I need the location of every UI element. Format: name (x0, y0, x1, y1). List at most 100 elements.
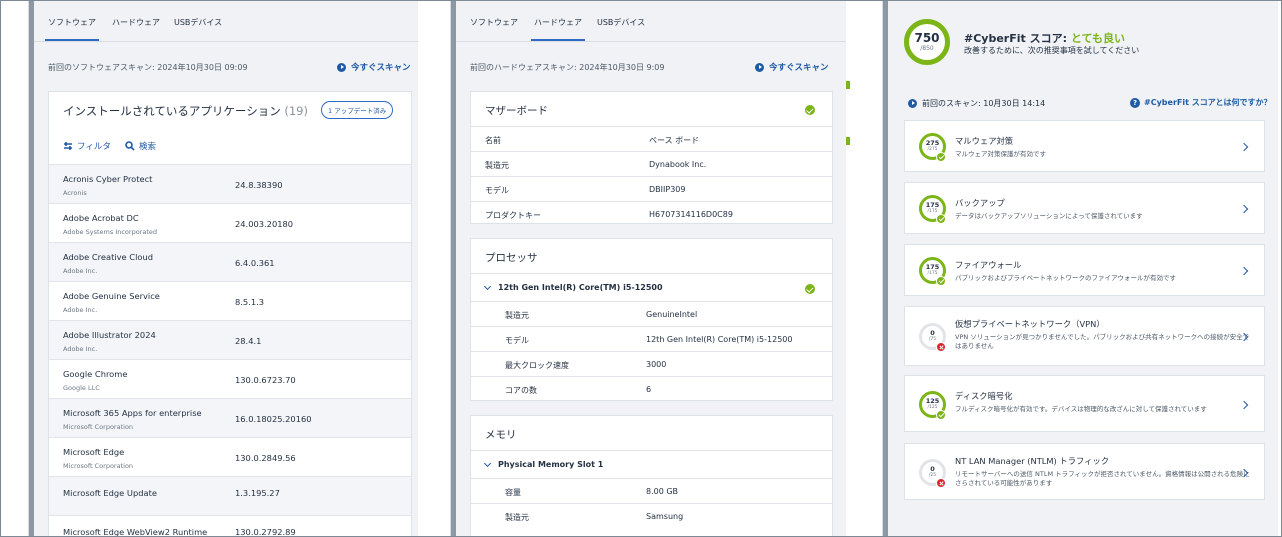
table-row[interactable]: Microsoft Edge WebView2 Runtime 130.0.279… (49, 515, 411, 537)
item-description: リモートサーバーへの送信 NTLM トラフィックが拒否されていません。資格情報は… (955, 470, 1250, 487)
filter-icon (64, 142, 72, 150)
tab-software[interactable]: ソフトウェア (45, 17, 99, 41)
item-description: マルウェア対策保護が有効です (955, 150, 1046, 158)
detail-value: 12th Gen Intel(R) Core(TM) i5-12500 (646, 335, 793, 344)
scan-now-button[interactable]: 今すぐスキャン (337, 61, 411, 73)
tab-hardware[interactable]: ハードウェア (112, 17, 160, 28)
memory-slot-name: Physical Memory Slot 1 (498, 460, 604, 469)
cyberfit-last-scan[interactable]: 前回のスキャン: 10月30日 14:14 (908, 98, 1045, 109)
hardware-panel: ソフトウェア ハードウェア USBデバイス 前回のハードウェアスキャン: 202… (456, 0, 846, 537)
last-scan-text: 前回のソフトウェアスキャン: 2024年10月30日 09:09 (48, 63, 248, 72)
check-icon (936, 152, 946, 162)
cyberfit-item[interactable]: 0/25 NT LAN Manager (NTLM) トラフィック リモートサーバー… (904, 443, 1265, 500)
detail-row: モデル DBIIP309 (471, 176, 832, 201)
detail-row: 名前 ベース ボード (471, 126, 832, 151)
table-row[interactable]: Adobe Illustrator 2024 Adobe Inc. 28.4.1 (49, 320, 411, 359)
processor-title: プロセッサ (485, 252, 538, 264)
app-vendor: Adobe Inc. (63, 345, 98, 353)
detail-row: 製造元 Dynabook Inc. (471, 151, 832, 176)
tab-usb[interactable]: USBデバイス (597, 17, 645, 28)
detail-key: モデル (505, 336, 529, 345)
cyberfit-rating: とても良い (1070, 32, 1125, 45)
detail-key: 名前 (485, 136, 501, 145)
app-vendor: Adobe Inc. (63, 306, 98, 314)
table-row[interactable]: Acronis Cyber Protect Acronis 24.8.38390 (49, 164, 411, 203)
tab-bar: ソフトウェア ハードウェア USBデバイス (456, 0, 846, 42)
error-icon (936, 478, 946, 488)
play-icon (755, 62, 764, 72)
item-title: マルウェア対策 (955, 136, 1014, 146)
detail-key: モデル (485, 186, 509, 195)
detail-key: 製造元 (505, 513, 529, 522)
app-name: Acronis Cyber Protect (63, 174, 153, 184)
item-score: 125 (925, 397, 940, 405)
cyberfit-item[interactable]: 175/175 ファイアウォール パブリックおよびプライベートネットワークのファイア… (904, 244, 1265, 296)
item-score: 0 (930, 465, 935, 473)
processor-expander[interactable]: 12th Gen Intel(R) Core(TM) i5-12500 (483, 282, 663, 292)
cyberfit-help-label: #CyberFit スコアとは何ですか？ (1144, 98, 1272, 107)
app-name: Adobe Illustrator 2024 (63, 330, 156, 340)
app-vendor: Acronis (63, 189, 87, 197)
cyberfit-subtitle: 改善するために、次の推奨事項を試してください (964, 46, 1140, 55)
detail-key: 製造元 (485, 161, 509, 170)
cyberfit-item[interactable]: 175/175 バックアップ データはバックアップソリューションによって保護されてい… (904, 182, 1265, 234)
play-icon (337, 62, 346, 72)
item-score: 175 (925, 201, 940, 209)
detail-key: プロダクトキー (485, 211, 541, 220)
tab-software[interactable]: ソフトウェア (470, 17, 518, 28)
detail-value: 3000 (646, 360, 667, 369)
motherboard-title: マザーボード (485, 105, 548, 117)
check-icon (805, 105, 815, 115)
cyberfit-item[interactable]: 125/125 ディスク暗号化 フルディスク暗号化が有効です。デバイスは物理的な改ざ… (904, 375, 1265, 432)
cyberfit-item[interactable]: 0/75 仮想プライベートネットワーク（VPN） VPN ソリューションが見つかりま… (904, 306, 1265, 366)
search-label: 検索 (139, 142, 157, 152)
item-title: バックアップ (955, 198, 1005, 208)
cyberfit-item[interactable]: 275/275 マルウェア対策 マルウェア対策保護が有効です (904, 120, 1265, 172)
filter-label: フィルタ (77, 142, 111, 152)
table-row[interactable]: Adobe Acrobat DC Adobe Systems Incorporat… (49, 203, 411, 242)
tab-usb[interactable]: USBデバイス (174, 17, 222, 28)
app-version: 1.3.195.27 (235, 488, 280, 498)
detail-value: Samsung (646, 512, 684, 521)
app-name: Google Chrome (63, 369, 128, 379)
detail-key: 製造元 (505, 311, 529, 320)
filter-button[interactable]: フィルタ (63, 140, 111, 152)
table-row[interactable]: Microsoft 365 Apps for enterprise Microso… (49, 398, 411, 437)
app-name: Microsoft Edge (63, 447, 125, 457)
detail-value: H6707314116D0C89 (649, 210, 733, 219)
status-mark (846, 81, 850, 89)
table-row[interactable]: Adobe Creative Cloud Adobe Inc. 6.4.0.361 (49, 242, 411, 281)
item-description: パブリックおよびプライベートネットワークのファイアウォールが有効です (955, 274, 1176, 282)
app-name: Microsoft 365 Apps for enterprise (63, 408, 202, 418)
app-version: 28.4.1 (235, 336, 262, 346)
detail-value: GenuineIntel (646, 310, 698, 319)
item-title: ディスク暗号化 (955, 391, 1013, 401)
detail-row: 製造元 GenuineIntel (471, 301, 832, 326)
app-version: 130.0.6723.70 (235, 375, 296, 385)
memory-slot-expander[interactable]: Physical Memory Slot 1 (483, 459, 604, 469)
scan-now-button[interactable]: 今すぐスキャン (755, 61, 829, 73)
search-button[interactable]: 検索 (125, 140, 156, 152)
table-row[interactable]: Microsoft Edge Update 1.3.195.27 (49, 476, 411, 515)
apps-title: インストールされているアプリケーション (19) (63, 103, 308, 119)
chevron-down-icon (483, 459, 492, 467)
tab-hardware[interactable]: ハードウェア (531, 17, 585, 41)
detail-key: コアの数 (505, 386, 537, 395)
table-row[interactable]: Adobe Genuine Service Adobe Inc. 8.5.1.3 (49, 281, 411, 320)
table-row[interactable]: Microsoft Edge Microsoft Corporation 130.0… (49, 437, 411, 476)
motherboard-card: マザーボード 名前 ベース ボード 製造元 Dynabook Inc. モデル DBIIP… (470, 91, 833, 224)
detail-key: 最大クロック速度 (505, 361, 569, 370)
memory-card: メモリ Physical Memory Slot 1 容量 8.00 GB 製造元 S… (470, 415, 833, 537)
detail-row: 容量 8.00 GB (471, 478, 832, 503)
detail-key: 容量 (505, 488, 521, 497)
cyberfit-help-link[interactable]: ? #CyberFit スコアとは何ですか？ (1130, 97, 1272, 108)
detail-row: 最大クロック速度 3000 (471, 351, 832, 376)
play-icon (908, 99, 917, 108)
check-icon (936, 276, 946, 286)
app-version: 24.8.38390 (235, 180, 283, 190)
app-version: 6.4.0.361 (235, 258, 275, 268)
cyberfit-last-scan-label: 前回のスキャン: 10月30日 14:14 (922, 99, 1046, 108)
table-row[interactable]: Google Chrome Google LLC 130.0.6723.70 (49, 359, 411, 398)
app-name: Microsoft Edge WebView2 Runtime (63, 527, 208, 537)
cyberfit-max: /850 (920, 45, 934, 52)
